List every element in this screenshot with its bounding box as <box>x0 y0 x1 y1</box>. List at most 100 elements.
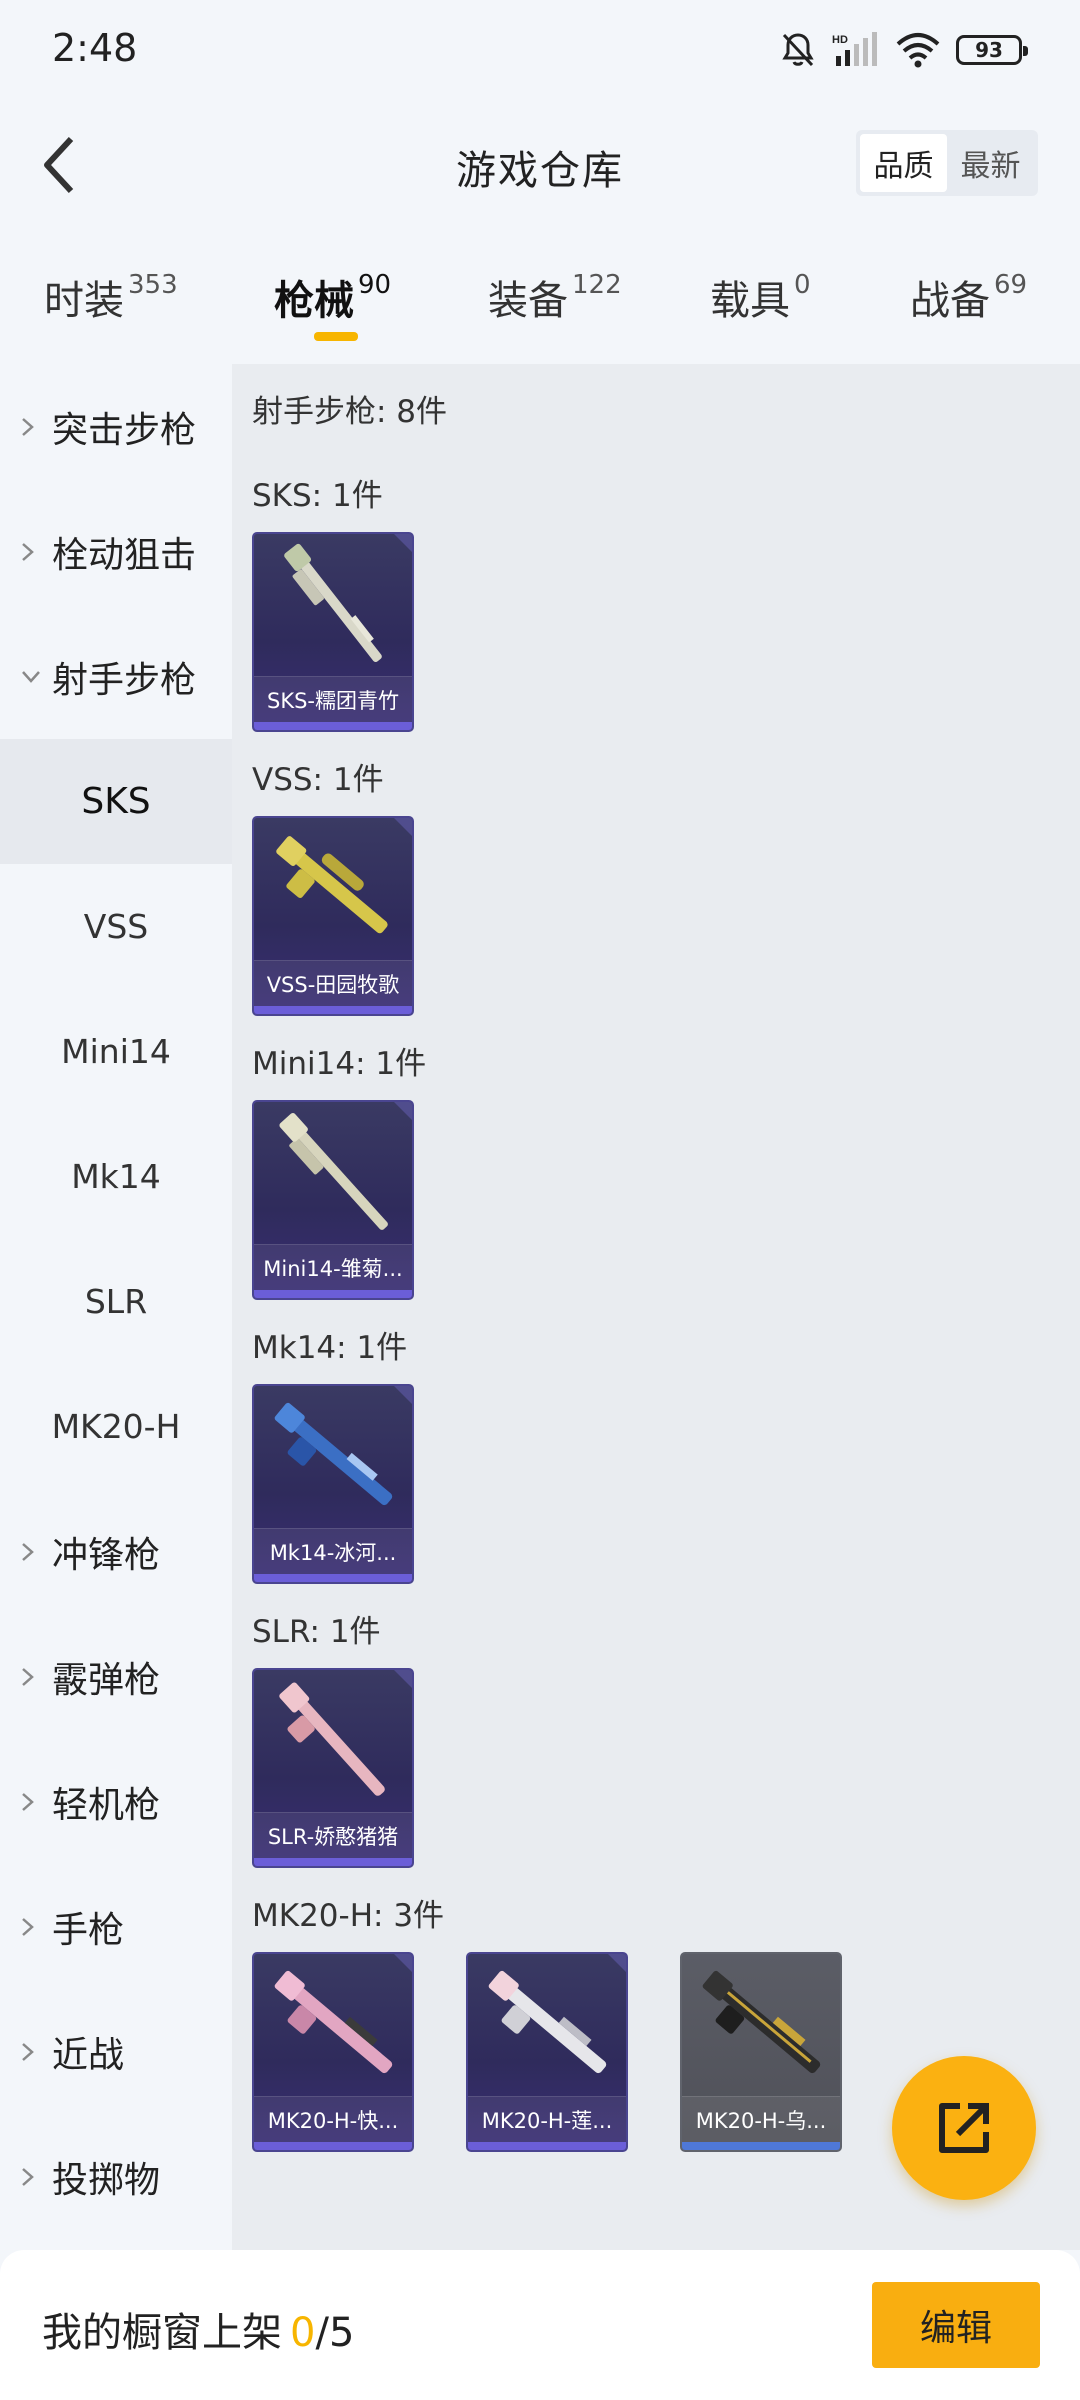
edit-button[interactable]: 编辑 <box>872 2282 1040 2368</box>
share-icon <box>939 2103 989 2153</box>
group-title: SKS: 1件 <box>252 478 383 514</box>
signal-icon: HD <box>832 32 880 68</box>
rifle-image-icon <box>279 1682 385 1796</box>
item-name: SLR-娇憨猪猪 <box>254 1812 412 1858</box>
tab-vehicles[interactable]: 载具 0 <box>710 268 811 326</box>
item-card[interactable]: SKS-糯团青竹 <box>252 532 414 732</box>
card-corner <box>394 534 412 552</box>
item-name: MK20-H-快... <box>254 2096 412 2142</box>
item-card[interactable]: MK20-H-乌... <box>680 1952 842 2152</box>
item-name: SKS-糯团青竹 <box>254 676 412 722</box>
item-name: VSS-田园牧歌 <box>254 960 412 1006</box>
tab-count: 0 <box>794 270 811 300</box>
item-card[interactable]: Mini14-雏菊... <box>252 1100 414 1300</box>
item-card[interactable]: MK20-H-快... <box>252 1952 414 2152</box>
sidebar-item-marksman-rifle[interactable]: 射手步枪 <box>0 614 232 739</box>
group-title: Mk14: 1件 <box>252 1330 408 1366</box>
sidebar-subitem-mk20h[interactable]: MK20-H <box>0 1364 232 1489</box>
tab-tactical[interactable]: 战备 69 <box>910 268 1027 326</box>
chevron-right-icon <box>20 2041 44 2063</box>
rarity-bar <box>682 2142 840 2150</box>
sort-quality-button[interactable]: 品质 <box>860 134 947 192</box>
rarity-bar <box>254 1574 412 1582</box>
rarity-bar <box>254 722 412 730</box>
card-corner <box>394 1386 412 1404</box>
sidebar-item-throwable[interactable]: 投掷物 <box>0 2114 232 2239</box>
status-bar: 2:48 HD 93 <box>0 0 1080 100</box>
battery-level: 93 <box>975 38 1003 62</box>
card-corner <box>608 1954 626 1972</box>
tab-label: 装备 <box>488 278 568 324</box>
sidebar-item-label: 栓动狙击 <box>52 534 197 576</box>
chevron-down-icon <box>20 669 44 685</box>
sidebar-item-label: 手枪 <box>52 1909 125 1951</box>
tab-count: 353 <box>128 270 178 300</box>
item-name: Mini14-雏菊... <box>254 1244 412 1290</box>
status-time: 2:48 <box>52 26 138 70</box>
tab-equipment[interactable]: 装备 122 <box>488 268 622 326</box>
tab-fashion[interactable]: 时装 353 <box>44 268 178 326</box>
item-card[interactable]: MK20-H-莲... <box>466 1952 628 2152</box>
sidebar-item-bolt-action[interactable]: 栓动狙击 <box>0 489 232 614</box>
chevron-right-icon <box>20 2166 44 2188</box>
sidebar-item-assault-rifle[interactable]: 突击步枪 <box>0 364 232 489</box>
card-corner <box>394 1954 412 1972</box>
chevron-right-icon <box>20 541 44 563</box>
battery-icon: 93 <box>956 35 1028 65</box>
chevron-right-icon <box>20 416 44 438</box>
rifle-image-icon <box>279 1112 388 1230</box>
wifi-icon <box>896 32 940 68</box>
sidebar-subitem-slr[interactable]: SLR <box>0 1239 232 1364</box>
card-corner <box>394 1102 412 1120</box>
rifle-image-icon <box>274 1970 393 2074</box>
tab-count: 69 <box>994 270 1028 300</box>
category-tabs: 时装 353 枪械 90 装备 122 载具 0 战备 69 <box>0 250 1080 360</box>
rifle-image-icon <box>702 1970 821 2074</box>
tab-label: 时装 <box>44 278 124 324</box>
sidebar-item-smg[interactable]: 冲锋枪 <box>0 1489 232 1614</box>
rarity-bar <box>254 1006 412 1014</box>
sort-toggle: 品质 最新 <box>856 130 1038 196</box>
sort-newest-button[interactable]: 最新 <box>947 134 1034 192</box>
group-title: Mini14: 1件 <box>252 1046 427 1082</box>
sidebar-item-label: 轻机枪 <box>52 1784 161 1826</box>
sidebar-item-label: 投掷物 <box>52 2159 161 2201</box>
tab-count: 122 <box>572 270 622 300</box>
sidebar-subitem-sks[interactable]: SKS <box>0 739 232 864</box>
rifle-image-icon <box>276 836 388 934</box>
chevron-right-icon <box>20 1541 44 1563</box>
sidebar-item-pistol[interactable]: 手枪 <box>0 1864 232 1989</box>
sidebar-subitem-mini14[interactable]: Mini14 <box>0 989 232 1114</box>
chevron-right-icon <box>20 1791 44 1813</box>
rarity-bar <box>254 1858 412 1866</box>
tab-guns[interactable]: 枪械 90 <box>274 268 391 326</box>
sidebar: 突击步枪 栓动狙击 射手步枪 SKS VSS Mini14 Mk14 SLR M… <box>0 364 232 2250</box>
group-title: SLR: 1件 <box>252 1614 381 1650</box>
rifle-image-icon <box>274 1402 393 1506</box>
showcase-label: 我的橱窗上架 <box>42 2310 282 2356</box>
sidebar-item-melee[interactable]: 近战 <box>0 1989 232 2114</box>
sidebar-item-label: 射手步枪 <box>52 659 197 701</box>
group-title: VSS: 1件 <box>252 762 384 798</box>
rarity-bar <box>254 2142 412 2150</box>
share-button[interactable] <box>892 2056 1036 2200</box>
item-card[interactable]: Mk14-冰河... <box>252 1384 414 1584</box>
rarity-bar <box>254 1290 412 1298</box>
item-card[interactable]: VSS-田园牧歌 <box>252 816 414 1016</box>
sidebar-item-label: 突击步枪 <box>52 409 197 451</box>
rifle-image-icon <box>284 543 382 662</box>
item-name: MK20-H-莲... <box>468 2096 626 2142</box>
chevron-right-icon <box>20 1666 44 1688</box>
status-icons: HD 93 <box>780 28 1028 72</box>
item-list: 射手步枪: 8件 SKS: 1件 SKS-糯团青竹 VSS: 1件 VSS-田园… <box>232 364 1080 2250</box>
sidebar-item-lmg[interactable]: 轻机枪 <box>0 1739 232 1864</box>
sidebar-item-label: 霰弹枪 <box>52 1659 161 1701</box>
sidebar-item-label: 冲锋枪 <box>52 1534 161 1576</box>
card-corner <box>394 818 412 836</box>
sidebar-item-shotgun[interactable]: 霰弹枪 <box>0 1614 232 1739</box>
sidebar-subitem-mk14[interactable]: Mk14 <box>0 1114 232 1239</box>
sidebar-subitem-vss[interactable]: VSS <box>0 864 232 989</box>
item-name: MK20-H-乌... <box>682 2096 840 2142</box>
showcase-separator: / <box>315 2310 329 2356</box>
item-card[interactable]: SLR-娇憨猪猪 <box>252 1668 414 1868</box>
